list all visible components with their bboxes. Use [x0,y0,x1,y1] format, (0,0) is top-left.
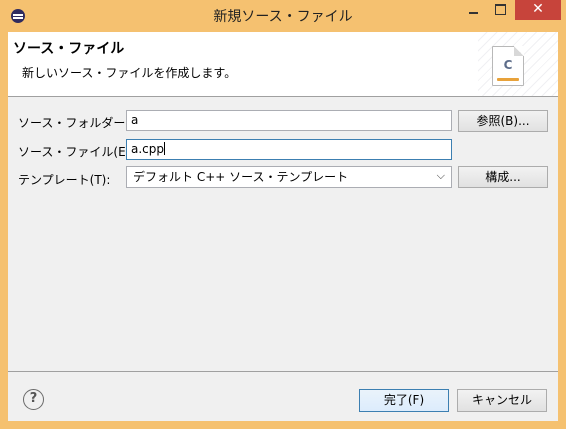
browse-button[interactable]: 参照(B)... [458,110,548,132]
template-select[interactable]: デフォルト C++ ソース・テンプレート ⌵ [126,166,452,188]
source-file-value: a.cpp [131,142,164,156]
wizard-content: ソース・フォルダー(D): a 参照(B)... ソース・ファイル(E): a.… [8,97,558,371]
button-bar: ? 完了(F) キャンセル [8,371,558,421]
cancel-button[interactable]: キャンセル [457,389,547,412]
c-source-file-icon: C [492,46,524,86]
page-description: 新しいソース・ファイルを作成します。 [22,66,237,80]
source-file-input[interactable]: a.cpp [126,139,452,160]
maximize-button[interactable] [487,0,513,20]
chevron-down-icon[interactable]: ⌵ [437,169,445,183]
page-title: ソース・ファイル [13,41,125,57]
source-folder-input[interactable]: a [126,110,452,131]
template-selected-value: デフォルト C++ ソース・テンプレート [133,170,349,184]
dialog-window: 新規ソース・ファイル ✕ ソース・ファイル 新しいソース・ファイルを作成します。… [0,0,566,429]
minimize-button[interactable] [460,0,486,20]
configure-button[interactable]: 構成... [458,166,548,188]
help-icon[interactable]: ? [23,389,44,410]
close-button[interactable]: ✕ [515,0,561,20]
finish-button[interactable]: 完了(F) [359,389,449,412]
wizard-header: ソース・ファイル 新しいソース・ファイルを作成します。 C [8,32,558,97]
close-icon: ✕ [532,1,544,17]
title-bar[interactable]: 新規ソース・ファイル ✕ [0,0,566,32]
source-file-label: ソース・ファイル(E): [18,145,135,159]
source-folder-value: a [131,113,139,127]
template-label: テンプレート(T): [18,173,111,187]
file-icon-letter: C [503,58,513,72]
text-caret [164,142,165,155]
